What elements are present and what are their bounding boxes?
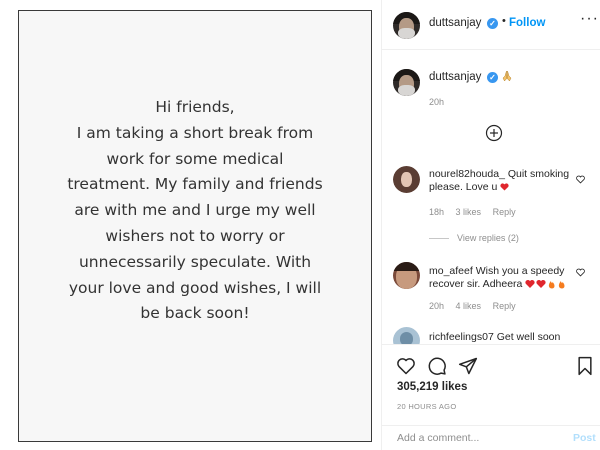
add-comment-bar: Post [382,425,600,450]
folded-hands-icon [502,70,512,82]
heart-and-fire-emoji-icons [525,279,565,289]
post-line: unnecessarily speculate. With [78,252,312,271]
post-line: work for some medical [106,149,284,168]
more-options-icon[interactable]: ··· [580,10,599,28]
view-replies-button[interactable]: View replies (2) [429,233,519,243]
comment-time[interactable]: 20h [429,301,444,311]
likes-count[interactable]: 305,219 likes [397,381,467,393]
post-line: be back soon! [140,304,250,323]
like-comment-icon[interactable] [576,268,585,277]
caption-avatar[interactable] [393,69,420,96]
commenter-username[interactable]: richfeelings07 [429,331,494,343]
comment-meta: 18h 3 likes Reply [429,207,525,217]
commenter-username[interactable]: mo_afeef [429,265,473,277]
reply-button[interactable]: Reply [493,301,516,311]
commenter-avatar[interactable] [393,166,420,193]
save-bookmark-icon[interactable] [575,356,595,376]
reply-button[interactable]: Reply [493,207,516,217]
header-username[interactable]: duttsanjay [429,17,481,29]
post-line: wishers not to worry or [105,226,285,245]
post-image[interactable]: Hi friends, I am taking a short break fr… [18,10,372,442]
post-line: treatment. My family and friends [67,175,323,194]
comment-text: richfeelings07 Get well soon [429,331,581,344]
view-replies-label: View replies (2) [457,233,519,243]
comment-meta: 20h 4 likes Reply [429,301,525,311]
post-age[interactable]: 20 HOURS AGO [397,402,456,411]
post-line: your love and good wishes, I will [68,278,322,297]
post-image-area: Hi friends, I am taking a short break fr… [0,0,381,450]
red-heart-emoji-icon [500,183,509,191]
caption-username[interactable]: duttsanjay [429,71,481,83]
avatar[interactable] [393,12,420,39]
commenter-avatar[interactable] [393,262,420,289]
separator-dot: • [502,15,506,27]
commenter-username[interactable]: nourel82houda_ [429,168,505,180]
load-more-comments-icon[interactable] [485,124,503,142]
verified-icon: ✓ [487,18,498,29]
post-line: are with me and I urge my well [74,201,316,220]
comment-text: mo_afeef Wish you a speedy recover sir. … [429,265,581,291]
post-comment-button[interactable]: Post [573,432,596,444]
comment-body: Get well soon [496,331,561,343]
follow-button[interactable]: Follow [509,17,545,29]
comment-likes[interactable]: 3 likes [456,207,482,217]
share-paper-plane-icon[interactable] [458,356,478,376]
post-side-panel: duttsanjay ✓ • Follow ··· duttsanjay ✓ 2… [381,0,600,450]
replies-divider [429,238,449,240]
post-header: duttsanjay ✓ • Follow ··· [382,0,600,50]
like-comment-icon[interactable] [576,175,585,184]
comment-bubble-icon[interactable] [427,356,447,376]
post-line: Hi friends, [155,98,235,116]
post-line: I am taking a short break from [76,123,314,142]
caption-time[interactable]: 20h [429,97,444,107]
like-heart-icon[interactable] [396,356,416,376]
comment-likes[interactable]: 4 likes [456,301,482,311]
post-actions: 305,219 likes 20 HOURS AGO Post [382,344,600,450]
post-text: Hi friends, I am taking a short break fr… [19,95,371,327]
comment-time[interactable]: 18h [429,207,444,217]
comment-text: nourel82houda_ Quit smoking please. Love… [429,168,581,194]
add-comment-input[interactable] [397,432,557,444]
verified-icon: ✓ [487,72,498,83]
